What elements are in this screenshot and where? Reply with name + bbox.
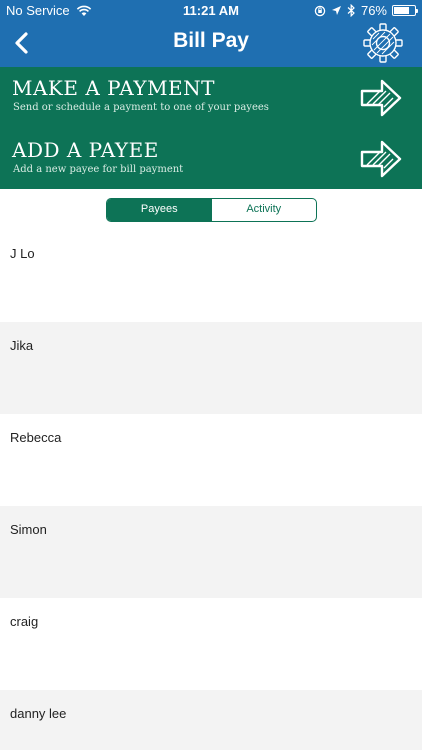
- payee-row[interactable]: craig: [0, 598, 422, 690]
- payee-row[interactable]: Simon: [0, 506, 422, 598]
- battery-percent: 76%: [360, 3, 387, 18]
- tab-activity[interactable]: Activity: [212, 199, 317, 221]
- orientation-lock-icon: [314, 5, 326, 16]
- gear-icon[interactable]: [362, 22, 404, 64]
- add-payee-button[interactable]: ADD A PAYEE Add a new payee for bill pay…: [0, 128, 422, 189]
- payee-row[interactable]: danny lee: [0, 690, 422, 750]
- top-bar: No Service 11:21 AM 76% Bill Pay: [0, 0, 422, 67]
- make-payment-button[interactable]: MAKE A PAYMENT Send or schedule a paymen…: [0, 67, 422, 128]
- add-payee-title: ADD A PAYEE: [12, 138, 159, 162]
- battery-fill: [394, 7, 409, 14]
- bill-pay-actions: MAKE A PAYMENT Send or schedule a paymen…: [0, 67, 422, 189]
- payee-list: J Lo Jika Rebecca Simon craig danny lee: [0, 230, 422, 750]
- tab-payees[interactable]: Payees: [107, 199, 212, 221]
- bluetooth-icon: [347, 4, 355, 17]
- arrow-right-icon: [360, 79, 402, 117]
- payee-row[interactable]: J Lo: [0, 230, 422, 322]
- payees-activity-segmented-control: Payees Activity: [106, 198, 317, 222]
- add-payee-subtitle: Add a new payee for bill payment: [13, 164, 184, 175]
- nav-bar: Bill Pay: [0, 22, 422, 67]
- location-icon: [331, 6, 341, 15]
- status-bar: No Service 11:21 AM 76%: [0, 0, 422, 22]
- arrow-right-icon: [360, 140, 402, 178]
- make-payment-subtitle: Send or schedule a payment to one of you…: [13, 102, 269, 113]
- battery-icon: [392, 5, 418, 16]
- make-payment-title: MAKE A PAYMENT: [12, 76, 215, 100]
- payee-row[interactable]: Jika: [0, 322, 422, 414]
- page-title: Bill Pay: [173, 29, 249, 52]
- payee-row[interactable]: Rebecca: [0, 414, 422, 506]
